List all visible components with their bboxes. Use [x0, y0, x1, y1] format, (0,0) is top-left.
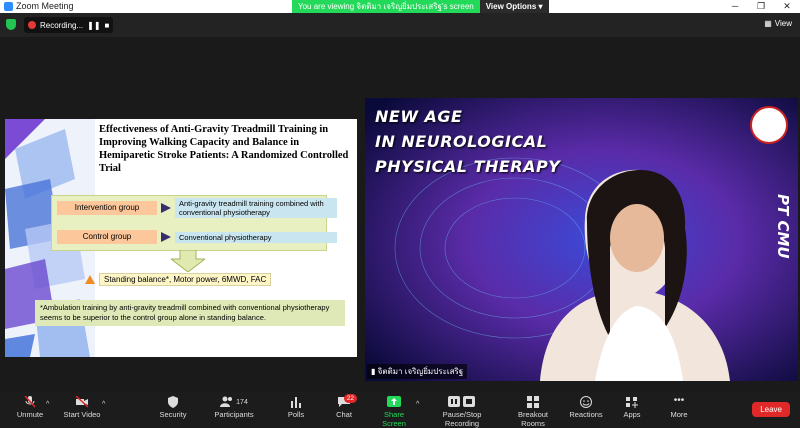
- chat-label: Chat: [336, 410, 352, 419]
- breakout-rooms-icon: [527, 396, 539, 408]
- down-arrow-icon: [171, 250, 205, 272]
- participants-button[interactable]: 174 Participants: [214, 396, 254, 424]
- share-screen-label: Share Screen: [382, 410, 406, 428]
- video-title-line: IN NEUROLOGICAL: [375, 132, 548, 151]
- pause-recording-icon[interactable]: ❚❚: [87, 21, 100, 30]
- security-label: Security: [159, 410, 187, 419]
- participant-name: ▮ จิตติมา เจริญยิ่มประเสริฐ: [367, 364, 468, 379]
- apps-label: Apps: [623, 410, 641, 419]
- right-arrow-icon: [161, 203, 171, 213]
- view-label: View: [774, 19, 792, 28]
- stop-recording-icon[interactable]: ■: [105, 21, 110, 30]
- view-options-label: View Options: [485, 2, 537, 11]
- meeting-stage: Effectiveness of Anti-Gravity Treadmill …: [0, 37, 800, 392]
- apps-button[interactable]: Apps: [620, 396, 644, 424]
- security-shield-icon[interactable]: [6, 19, 16, 30]
- control-group-label: Control group: [57, 230, 157, 244]
- reactions-button[interactable]: Reactions: [568, 396, 604, 424]
- video-options-caret[interactable]: ^: [102, 401, 105, 408]
- start-video-button[interactable]: Start Video: [62, 396, 102, 424]
- grid-view-icon: ▦: [764, 19, 772, 28]
- chat-button[interactable]: 22 Chat: [332, 394, 357, 424]
- share-screen-icon: [387, 396, 401, 407]
- control-row: Control group Conventional physiotherapy: [57, 227, 337, 247]
- view-options-button[interactable]: View Options ▾: [479, 0, 549, 13]
- intervention-description: Anti-gravity treadmill training combined…: [175, 198, 337, 218]
- minimize-icon[interactable]: ─: [722, 0, 748, 13]
- apps-icon: [626, 397, 638, 408]
- video-brand: PT CMU: [774, 194, 792, 259]
- participants-icon: [220, 396, 233, 407]
- recording-indicator: Recording... ❚❚ ■: [24, 17, 114, 33]
- recording-label: Recording...: [40, 20, 84, 30]
- signal-icon: ▮: [371, 367, 376, 376]
- more-dots-icon: •••: [673, 395, 685, 406]
- viewing-banner: You are viewing จิตติมา เจริญยิ่มประเสริ…: [292, 0, 549, 13]
- view-button[interactable]: ▦ View: [764, 19, 792, 28]
- breakout-rooms-label: Breakout Rooms: [517, 410, 549, 428]
- meeting-toolbar: Unmute ^ Start Video ^ Security 174 Part…: [0, 392, 800, 428]
- polls-icon: [291, 397, 301, 408]
- reactions-label: Reactions: [569, 410, 603, 419]
- right-arrow-icon: [161, 232, 171, 242]
- video-title: NEW AGE IN NEUROLOGICAL PHYSICAL THERAPY: [375, 104, 560, 179]
- university-logo: [750, 106, 788, 144]
- shield-icon: [168, 396, 178, 408]
- close-icon[interactable]: ✕: [774, 0, 800, 13]
- polls-button[interactable]: Polls: [284, 396, 308, 424]
- unmute-button[interactable]: Unmute: [12, 396, 48, 424]
- zoom-logo-icon: [4, 1, 13, 11]
- title-bar: Zoom Meeting You are viewing จิตติมา เจร…: [0, 0, 800, 13]
- breakout-rooms-button[interactable]: Breakout Rooms: [506, 396, 560, 428]
- maximize-icon[interactable]: ❐: [748, 0, 774, 13]
- intervention-group-label: Intervention group: [57, 201, 157, 215]
- chat-badge: 22: [343, 394, 357, 403]
- camera-off-icon: [75, 396, 89, 408]
- pause-stop-recording-button[interactable]: Pause/Stop Recording: [426, 396, 498, 428]
- participants-label: Participants: [214, 410, 254, 419]
- polls-label: Polls: [287, 410, 305, 419]
- muted-microphone-icon: [24, 396, 36, 408]
- leave-button[interactable]: Leave: [752, 402, 790, 417]
- video-title-line: PHYSICAL THERAPY: [375, 157, 561, 176]
- video-title-line: NEW AGE: [375, 107, 463, 126]
- participants-count: 174: [236, 398, 248, 406]
- app-title: Zoom Meeting: [4, 1, 74, 11]
- meeting-top-bar: Recording... ❚❚ ■ ▦ View: [0, 13, 800, 37]
- pause-stop-icon: [448, 396, 475, 407]
- window-controls: ─ ❐ ✕: [722, 0, 800, 13]
- share-screen-button[interactable]: Share Screen: [372, 396, 416, 428]
- unmute-label: Unmute: [16, 410, 44, 419]
- slide-title: Effectiveness of Anti-Gravity Treadmill …: [99, 124, 349, 174]
- viewing-text: You are viewing จิตติมา เจริญยิ่มประเสริ…: [292, 0, 480, 13]
- participant-video[interactable]: NEW AGE IN NEUROLOGICAL PHYSICAL THERAPY…: [365, 98, 798, 381]
- participant-name-label: จิตติมา เจริญยิ่มประเสริฐ: [377, 367, 464, 376]
- up-arrow-icon: [85, 275, 95, 284]
- pause-stop-recording-label: Pause/Stop Recording: [442, 410, 482, 428]
- recording-dot-icon: [28, 21, 36, 29]
- more-label: More: [670, 410, 688, 419]
- start-video-label: Start Video: [63, 410, 101, 419]
- audio-options-caret[interactable]: ^: [46, 401, 49, 408]
- window-title: Zoom Meeting: [16, 1, 74, 11]
- intervention-row: Intervention group Anti-gravity treadmil…: [57, 198, 337, 218]
- outcome-row: Standing balance*, Motor power, 6MWD, FA…: [85, 273, 272, 286]
- outcome-text: Standing balance*, Motor power, 6MWD, FA…: [99, 273, 272, 286]
- shared-slide: Effectiveness of Anti-Gravity Treadmill …: [5, 119, 357, 357]
- share-options-caret[interactable]: ^: [416, 401, 419, 408]
- more-button[interactable]: ••• More: [666, 396, 692, 424]
- control-description: Conventional physiotherapy: [175, 231, 337, 243]
- slide-note: *Ambulation training by anti-gravity tre…: [35, 300, 345, 326]
- security-button[interactable]: Security: [158, 396, 188, 424]
- reactions-icon: [580, 396, 592, 408]
